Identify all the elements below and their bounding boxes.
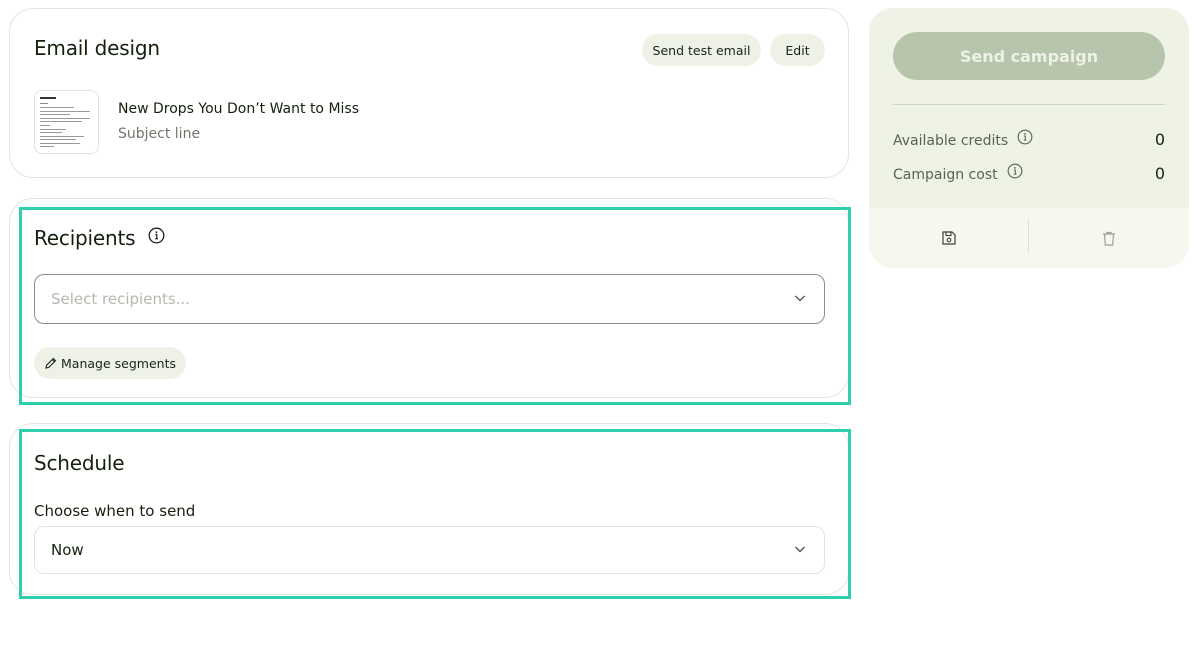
divider (893, 104, 1165, 105)
campaign-cost-row: Campaign cost 0 (893, 163, 1165, 184)
available-credits-value: 0 (1154, 130, 1165, 149)
info-icon[interactable] (1007, 163, 1023, 183)
recipients-title: Recipients (34, 226, 165, 250)
email-design-card: Email design Send test email Edit New Dr… (9, 8, 849, 178)
subject-line-caption: Subject line (118, 126, 201, 142)
delete-button[interactable] (1029, 208, 1189, 268)
pencil-icon (45, 357, 57, 369)
schedule-card: Schedule Choose when to send Now (9, 423, 849, 595)
recipients-card: Recipients Select recipients... Manage s… (9, 198, 849, 398)
available-credits-label: Available credits (893, 133, 1009, 149)
campaign-summary-top: Send campaign Available credits 0 Campai… (869, 8, 1189, 208)
recipients-select[interactable]: Select recipients... (34, 274, 825, 324)
send-campaign-button[interactable]: Send campaign (893, 32, 1165, 80)
manage-segments-button[interactable]: Manage segments (34, 347, 186, 379)
email-subject: New Drops You Don’t Want to Miss (118, 101, 360, 117)
schedule-field-label: Choose when to send (34, 502, 196, 520)
campaign-cost-value: 0 (1154, 164, 1165, 183)
chevron-down-icon (795, 546, 805, 553)
schedule-selected-value: Now (51, 541, 84, 559)
email-design-title: Email design (34, 36, 160, 60)
save-icon (941, 231, 956, 245)
schedule-select[interactable]: Now (34, 526, 825, 574)
email-thumbnail[interactable] (34, 90, 99, 154)
info-icon[interactable] (148, 225, 165, 249)
send-test-email-button[interactable]: Send test email (642, 34, 761, 66)
trash-icon (1103, 231, 1115, 246)
campaign-cost-label: Campaign cost (893, 167, 998, 183)
campaign-summary-panel: Send campaign Available credits 0 Campai… (869, 8, 1189, 268)
chevron-down-icon (795, 295, 805, 302)
available-credits-row: Available credits 0 (893, 129, 1165, 150)
recipients-select-placeholder: Select recipients... (51, 290, 190, 308)
recipients-title-text: Recipients (34, 226, 136, 250)
info-icon[interactable] (1017, 129, 1033, 149)
manage-segments-label: Manage segments (61, 355, 176, 371)
schedule-title: Schedule (34, 451, 125, 475)
save-draft-button[interactable] (869, 208, 1028, 268)
edit-button[interactable]: Edit (770, 34, 825, 66)
